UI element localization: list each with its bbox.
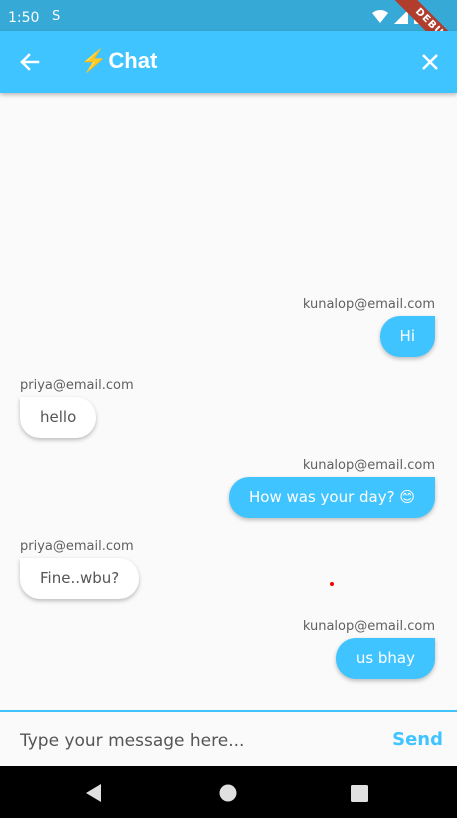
message-item: kunalop@email.com Hi	[303, 297, 435, 357]
message-bubble[interactable]: hello	[20, 397, 97, 438]
message-item: priya@email.com Fine..wbu?	[20, 539, 140, 599]
wifi-icon	[372, 10, 388, 23]
message-sender: kunalop@email.com	[302, 458, 435, 473]
message-bubble[interactable]: us bhay	[335, 638, 435, 679]
composer: Send	[0, 710, 457, 768]
back-arrow-icon[interactable]	[14, 47, 44, 77]
send-button[interactable]: Send	[392, 729, 443, 750]
app-bar: ⚡ Chat	[0, 31, 457, 93]
close-icon[interactable]	[415, 47, 445, 77]
message-input[interactable]	[20, 726, 370, 756]
nav-home-icon[interactable]	[219, 784, 237, 802]
message-item: priya@email.com hello	[20, 378, 134, 438]
message-sender: kunalop@email.com	[302, 619, 435, 634]
sim-icon: S	[52, 9, 61, 24]
message-sender: priya@email.com	[20, 539, 134, 554]
lightning-icon: ⚡	[80, 48, 108, 73]
nav-back-icon[interactable]	[86, 784, 102, 802]
message-bubble[interactable]: Fine..wbu?	[20, 558, 140, 599]
system-nav-bar	[0, 766, 457, 818]
message-sender: kunalop@email.com	[302, 297, 435, 312]
status-bar: 1:50 S DEBUG	[0, 0, 457, 71]
message-item: kunalop@email.com us bhay	[303, 619, 435, 679]
status-time: 1:50	[8, 10, 40, 26]
message-bubble[interactable]: How was your day? 😊	[229, 477, 435, 518]
message-list[interactable]: kunalop@email.com Hi priya@email.com hel…	[0, 93, 457, 710]
touch-indicator	[330, 582, 334, 586]
message-item: kunalop@email.com How was your day? 😊	[229, 458, 435, 518]
page-title: ⚡ Chat	[80, 48, 157, 74]
nav-recents-icon[interactable]	[351, 785, 368, 802]
message-sender: priya@email.com	[20, 378, 134, 393]
message-bubble[interactable]: Hi	[379, 316, 435, 357]
page-title-text: Chat	[108, 48, 158, 73]
